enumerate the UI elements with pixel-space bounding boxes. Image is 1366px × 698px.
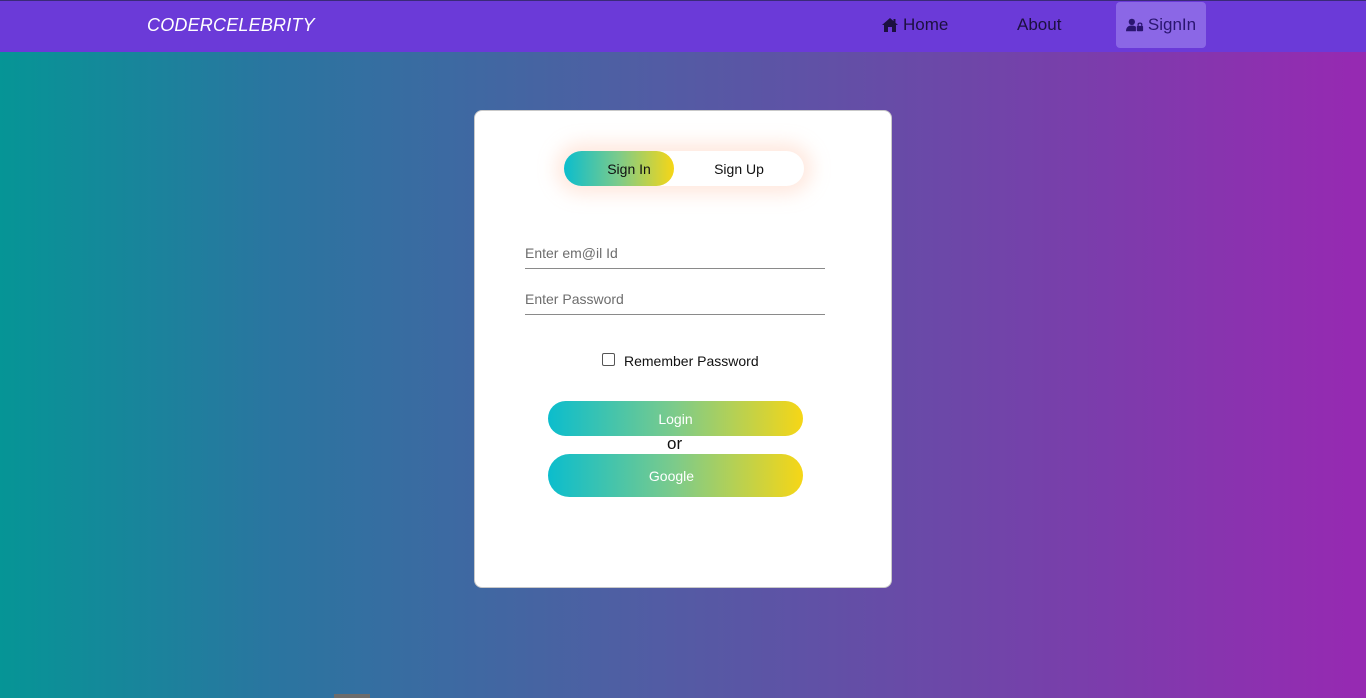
nav-home-link[interactable]: Home xyxy=(881,1,948,48)
auth-mode-toggle: Sign In Sign Up xyxy=(564,151,804,186)
remember-password-row: Remember Password xyxy=(602,353,759,369)
password-field[interactable] xyxy=(525,283,825,315)
or-separator: or xyxy=(667,434,683,453)
login-button-label: Login xyxy=(658,410,693,427)
tab-sign-in[interactable]: Sign In xyxy=(564,151,674,186)
google-button-label: Google xyxy=(648,467,695,484)
tab-sign-in-label: Sign In xyxy=(607,160,651,177)
google-signin-button[interactable]: Google xyxy=(548,454,803,497)
nav-signin-link[interactable]: SignIn xyxy=(1116,2,1206,48)
tab-sign-up-label: Sign Up xyxy=(714,160,764,177)
top-navbar: CODERCELEBRITY Home About SignIn xyxy=(0,0,1366,52)
remember-password-checkbox[interactable] xyxy=(602,353,615,366)
nav-home-label: Home xyxy=(903,14,949,34)
remember-password-label: Remember Password xyxy=(624,353,759,369)
nav-signin-label: SignIn xyxy=(1147,15,1197,34)
email-field[interactable] xyxy=(525,237,825,269)
tab-sign-up[interactable]: Sign Up xyxy=(674,151,804,186)
nav-about-link[interactable]: About xyxy=(1017,1,1061,48)
user-lock-icon xyxy=(1125,18,1143,32)
signin-card: Sign In Sign Up Remember Password Login … xyxy=(474,110,892,588)
login-button[interactable]: Login xyxy=(548,401,803,436)
nav-about-label: About xyxy=(1017,14,1062,34)
horizontal-scrollbar-thumb[interactable] xyxy=(334,694,370,698)
home-icon xyxy=(882,17,898,32)
brand-logo-text[interactable]: CODERCELEBRITY xyxy=(147,15,315,36)
